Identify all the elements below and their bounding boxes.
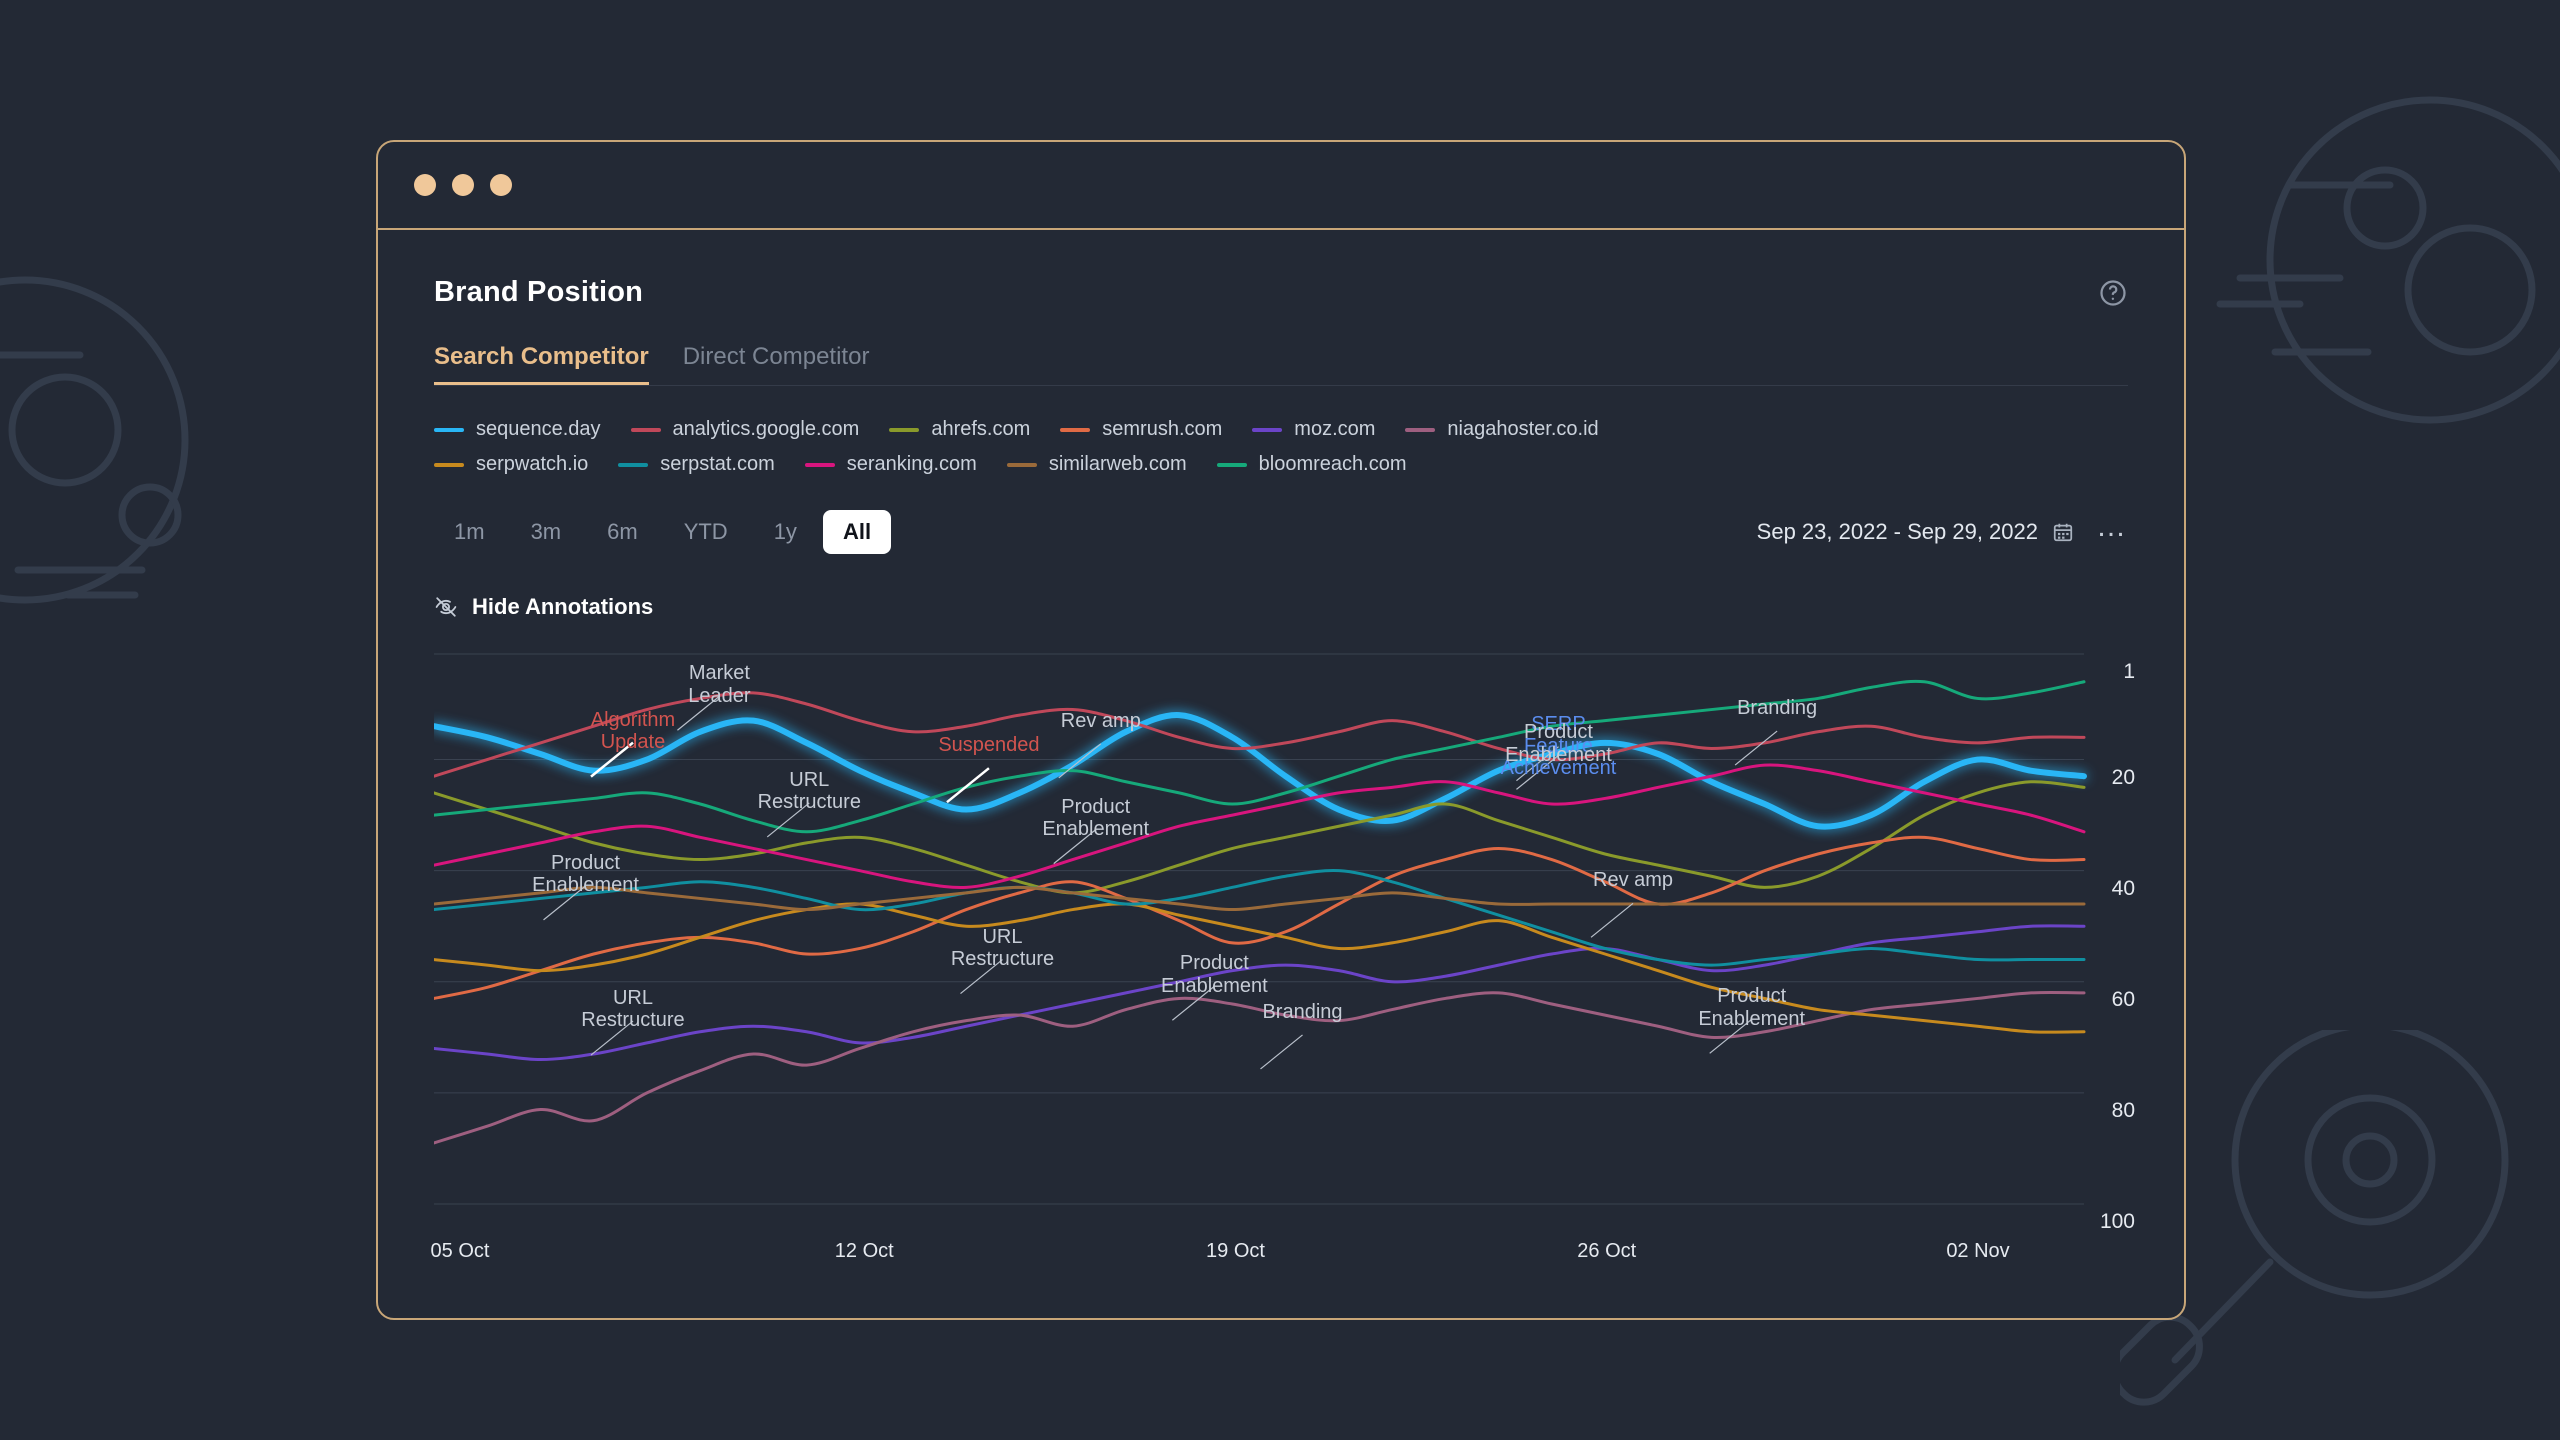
legend-label: similarweb.com: [1049, 453, 1187, 476]
x-tick-label: 19 Oct: [1206, 1240, 1265, 1263]
y-tick-label: 1: [2123, 660, 2135, 684]
x-tick-label: 02 Nov: [1946, 1240, 2009, 1263]
calendar-icon[interactable]: [2052, 521, 2074, 543]
hide-annotations-toggle[interactable]: Hide Annotations: [434, 594, 2128, 620]
y-tick-label: 60: [2112, 988, 2135, 1012]
annotation-leader-line: [947, 768, 989, 802]
close-dot[interactable]: [414, 174, 436, 196]
window-titlebar: [378, 142, 2184, 230]
hide-annotations-label: Hide Annotations: [472, 594, 653, 620]
legend-swatch-icon: [889, 428, 919, 432]
legend-swatch-icon: [631, 428, 661, 432]
date-controls: Sep 23, 2022 - Sep 29, 2022: [1757, 518, 2128, 546]
more-options-button[interactable]: …: [2096, 518, 2128, 546]
legend-item[interactable]: serpstat.com: [618, 453, 774, 476]
range-button-1m[interactable]: 1m: [434, 510, 505, 554]
magnifier-decoration-left: [0, 195, 310, 755]
legend-swatch-icon: [434, 463, 464, 467]
x-tick-label: 26 Oct: [1577, 1240, 1636, 1263]
legend-label: bloomreach.com: [1259, 453, 1407, 476]
legend-item[interactable]: bloomreach.com: [1217, 453, 1407, 476]
legend-label: seranking.com: [847, 453, 977, 476]
legend-label: serpwatch.io: [476, 453, 588, 476]
legend-item[interactable]: similarweb.com: [1007, 453, 1187, 476]
series-line[interactable]: [434, 871, 2084, 966]
legend-label: semrush.com: [1102, 418, 1222, 441]
annotation-leader-line: [1261, 1035, 1303, 1069]
range-button-ytd[interactable]: YTD: [664, 510, 748, 554]
y-axis-labels: 120406080100: [2075, 646, 2135, 1226]
legend-item[interactable]: serpwatch.io: [434, 453, 588, 476]
legend-item[interactable]: seranking.com: [805, 453, 977, 476]
chart-controls: 1m3m6mYTD1yAll Sep 23, 2022 - Sep 29, 20…: [434, 510, 2128, 554]
date-range-label: Sep 23, 2022 - Sep 29, 2022: [1757, 519, 2038, 545]
x-tick-label: 12 Oct: [835, 1240, 894, 1263]
legend-swatch-icon: [1007, 463, 1037, 467]
chart-canvas: [434, 646, 2129, 1226]
x-tick-label: 05 Oct: [431, 1240, 490, 1263]
legend-label: serpstat.com: [660, 453, 774, 476]
tab-search-competitor[interactable]: Search Competitor: [434, 343, 649, 385]
window-content: Brand Position Search Competitor Direct …: [378, 230, 2184, 1318]
series-line[interactable]: [434, 887, 2084, 909]
legend-swatch-icon: [434, 428, 464, 432]
browser-window: Brand Position Search Competitor Direct …: [376, 140, 2186, 1320]
y-tick-label: 20: [2112, 766, 2135, 790]
series-line[interactable]: [434, 926, 2084, 1060]
legend-swatch-icon: [1217, 463, 1247, 467]
tab-direct-competitor[interactable]: Direct Competitor: [683, 343, 870, 385]
legend-item[interactable]: semrush.com: [1060, 418, 1222, 441]
x-axis-labels: 05 Oct 12 Oct 19 Oct 26 Oct 02 Nov: [434, 1240, 2129, 1270]
help-circle-icon[interactable]: [2098, 278, 2128, 308]
card-header: Brand Position: [434, 276, 2128, 309]
legend-item[interactable]: sequence.day: [434, 418, 601, 441]
annotation-leader-line: [1172, 986, 1214, 1020]
legend-label: ahrefs.com: [931, 418, 1030, 441]
legend-item[interactable]: analytics.google.com: [631, 418, 860, 441]
page-title: Brand Position: [434, 276, 643, 309]
legend-item[interactable]: moz.com: [1252, 418, 1375, 441]
y-tick-label: 80: [2112, 1099, 2135, 1123]
annotation-leader-line: [961, 960, 1003, 994]
range-button-1y[interactable]: 1y: [754, 510, 817, 554]
legend-item[interactable]: ahrefs.com: [889, 418, 1030, 441]
chart-legend: sequence.day analytics.google.com ahrefs.c…: [434, 418, 1794, 476]
legend-swatch-icon: [805, 463, 835, 467]
competitor-tabs: Search Competitor Direct Competitor: [434, 343, 2128, 386]
screenshot-root: Brand Position Search Competitor Direct …: [0, 0, 2560, 1440]
legend-swatch-icon: [618, 463, 648, 467]
y-tick-label: 40: [2112, 877, 2135, 901]
series-line[interactable]: [434, 693, 2084, 776]
legend-label: sequence.day: [476, 418, 601, 441]
range-button-6m[interactable]: 6m: [587, 510, 658, 554]
date-range-picker[interactable]: Sep 23, 2022 - Sep 29, 2022: [1757, 519, 2074, 545]
legend-label: moz.com: [1294, 418, 1375, 441]
range-button-all[interactable]: All: [823, 510, 891, 554]
legend-swatch-icon: [1252, 428, 1282, 432]
y-tick-label: 100: [2100, 1210, 2135, 1234]
brand-position-chart[interactable]: 120406080100 05 Oct12 Oct19 Oct26 Oct02 …: [434, 646, 2129, 1226]
legend-swatch-icon: [1405, 428, 1435, 432]
magnifier-decoration-top-right: [2180, 90, 2560, 510]
annotation-leader-line: [1591, 903, 1633, 937]
legend-item[interactable]: niagahoster.co.id: [1405, 418, 1598, 441]
minimize-dot[interactable]: [452, 174, 474, 196]
legend-label: niagahoster.co.id: [1447, 418, 1598, 441]
maximize-dot[interactable]: [490, 174, 512, 196]
series-line[interactable]: [434, 992, 2084, 1142]
range-button-3m[interactable]: 3m: [511, 510, 582, 554]
legend-label: analytics.google.com: [673, 418, 860, 441]
time-range-buttons: 1m3m6mYTD1yAll: [434, 510, 891, 554]
legend-swatch-icon: [1060, 428, 1090, 432]
series-line[interactable]: [434, 837, 2084, 998]
eye-off-icon: [434, 595, 458, 619]
